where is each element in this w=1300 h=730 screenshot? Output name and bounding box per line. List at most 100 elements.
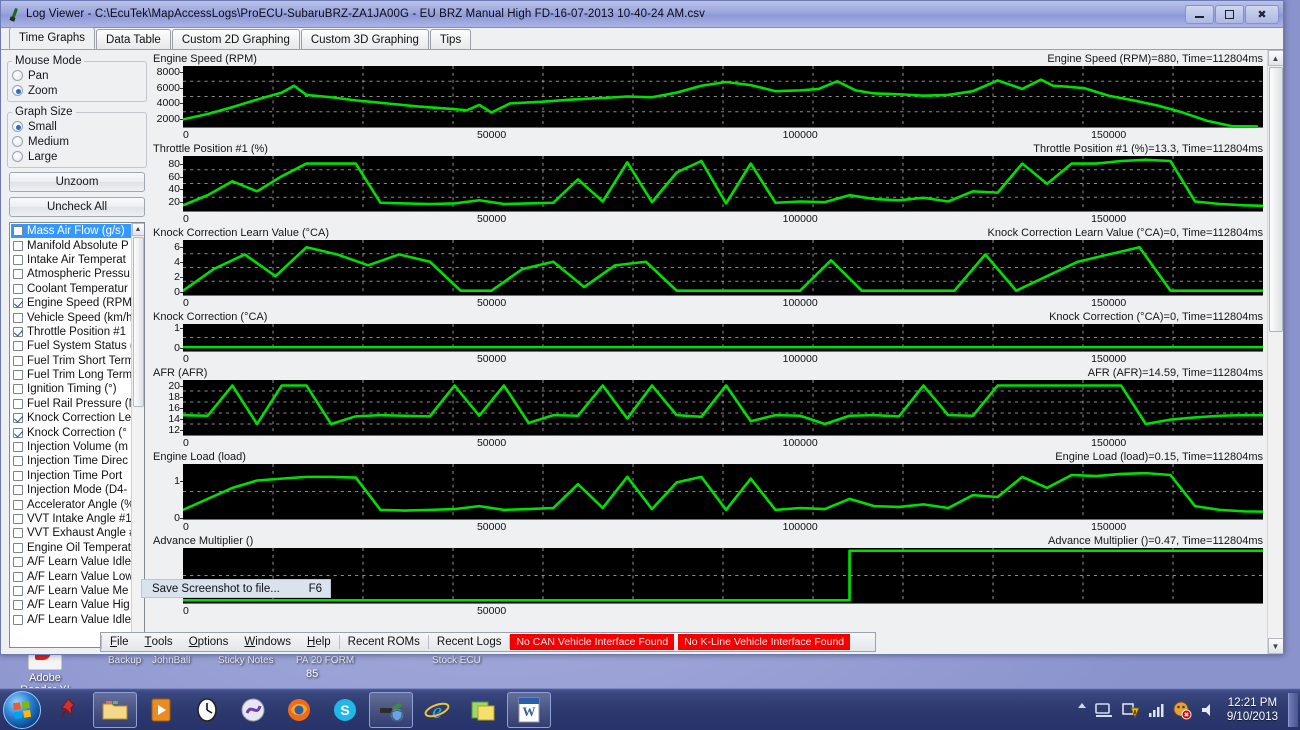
unzoom-button[interactable]: Unzoom <box>9 172 145 192</box>
graph-5[interactable]: Engine Load (load)Engine Load (load)=0.1… <box>153 450 1263 534</box>
graph-scroll-thumb[interactable] <box>1269 67 1283 332</box>
graph-6[interactable]: Advance Multiplier ()Advance Multiplier … <box>153 534 1263 618</box>
menu-file[interactable]: File <box>102 633 137 651</box>
action-center-icon[interactable] <box>1120 700 1140 720</box>
taskbar-item-sticky-notes[interactable] <box>461 692 505 728</box>
channel-checkbox[interactable] <box>13 370 23 380</box>
tab-custom-2d-graphing[interactable]: Custom 2D Graphing <box>172 29 300 49</box>
menu-recent-logs[interactable]: Recent Logs <box>429 633 510 651</box>
scroll-up-icon[interactable]: ▲ <box>132 223 145 236</box>
channel-scroll-track[interactable] <box>132 408 145 634</box>
maximize-button[interactable] <box>1215 5 1244 24</box>
channel-checkbox[interactable] <box>13 327 23 337</box>
graph-2[interactable]: Knock Correction Learn Value (°CA)Knock … <box>153 226 1263 310</box>
channel-item[interactable]: Knock Correction (° <box>11 425 131 439</box>
plot-canvas[interactable] <box>183 380 1263 436</box>
graph-scroll-down-icon[interactable]: ▼ <box>1268 638 1284 654</box>
start-button[interactable] <box>3 691 41 729</box>
channel-checkbox[interactable] <box>13 543 23 553</box>
taskbar-item-firefox[interactable] <box>277 692 321 728</box>
radio-small[interactable]: Small <box>12 119 142 134</box>
channel-checkbox[interactable] <box>13 428 23 438</box>
window-titlebar[interactable]: Log Viewer - C:\EcuTek\MapAccessLogs\Pro… <box>1 1 1283 28</box>
channel-checkbox[interactable] <box>13 226 23 236</box>
channel-checkbox[interactable] <box>13 528 23 538</box>
plot-canvas[interactable] <box>183 324 1263 352</box>
channel-checkbox[interactable] <box>13 456 23 466</box>
channel-checkbox[interactable] <box>13 557 23 567</box>
uncheck-all-button[interactable]: Uncheck All <box>9 197 145 217</box>
network-icon[interactable] <box>1094 700 1114 720</box>
graph-scroll-up-icon[interactable]: ▲ <box>1268 50 1284 66</box>
channel-checkbox[interactable] <box>13 341 23 351</box>
radio-pan[interactable]: Pan <box>12 68 142 83</box>
plot-canvas[interactable] <box>183 548 1263 604</box>
graph-scroll-track[interactable] <box>1268 333 1284 638</box>
volume-icon[interactable] <box>1198 700 1218 720</box>
channel-item[interactable]: Injection Time Direc <box>11 454 131 468</box>
channel-item[interactable]: Vehicle Speed (km/h <box>11 310 131 324</box>
taskbar-item-media-player[interactable] <box>139 692 183 728</box>
channel-checkbox[interactable] <box>13 284 23 294</box>
menu-windows[interactable]: Windows <box>236 633 299 651</box>
channel-list[interactable]: Mass Air Flow (g/s)Manifold Absolute PIn… <box>9 222 145 648</box>
antivirus-alert-icon[interactable] <box>1172 700 1192 720</box>
tab-data-table[interactable]: Data Table <box>96 29 171 49</box>
radio-zoom[interactable]: Zoom <box>12 83 142 98</box>
channel-scroll-thumb[interactable] <box>133 237 144 407</box>
channel-item[interactable]: Knock Correction Le <box>11 411 131 425</box>
channel-item[interactable]: A/F Learn Value Idle <box>11 613 131 627</box>
channel-item[interactable]: Engine Oil Temperat <box>11 541 131 555</box>
channel-item[interactable]: Ignition Timing (°) <box>11 382 131 396</box>
tab-custom-3d-graphing[interactable]: Custom 3D Graphing <box>301 29 429 49</box>
channel-checkbox[interactable] <box>13 313 23 323</box>
channel-checkbox[interactable] <box>13 384 23 394</box>
taskbar-item-windows-explorer[interactable] <box>93 692 137 728</box>
channel-item[interactable]: A/F Learn Value Hig <box>11 598 131 612</box>
plot-canvas[interactable] <box>183 240 1263 296</box>
graph-scrollbar[interactable]: ▲ ▼ <box>1267 50 1283 654</box>
graph-0[interactable]: Engine Speed (RPM)Engine Speed (RPM)=880… <box>153 52 1263 142</box>
channel-checkbox[interactable] <box>13 241 23 251</box>
channel-checkbox[interactable] <box>13 298 23 308</box>
taskbar-item-internet-explorer[interactable]: e <box>415 692 459 728</box>
menu-tools[interactable]: Tools <box>137 633 181 651</box>
minimize-button[interactable] <box>1185 5 1214 24</box>
channel-checkbox[interactable] <box>13 269 23 279</box>
channel-item[interactable]: A/F Learn Value Me <box>11 584 131 598</box>
channel-checkbox[interactable] <box>13 471 23 481</box>
tab-time-graphs[interactable]: Time Graphs <box>9 27 95 49</box>
channel-checkbox[interactable] <box>13 586 23 596</box>
channel-item[interactable]: Injection Volume (m <box>11 440 131 454</box>
channel-checkbox[interactable] <box>13 600 23 610</box>
channel-item[interactable]: Manifold Absolute P <box>11 238 131 252</box>
taskbar-item-skype[interactable]: S <box>323 692 367 728</box>
channel-item[interactable]: Accelerator Angle (% <box>11 497 131 511</box>
channel-item[interactable]: Coolant Temperatur <box>11 282 131 296</box>
close-button[interactable]: ✖ <box>1245 5 1279 24</box>
channel-checkbox[interactable] <box>13 485 23 495</box>
taskbar-clock[interactable]: 12:21 PM 9/10/2013 <box>1221 696 1288 724</box>
menu-recent-roms[interactable]: Recent ROMs <box>340 633 428 651</box>
radio-large[interactable]: Large <box>12 149 142 164</box>
taskbar-item-ecutek[interactable] <box>369 692 413 728</box>
channel-item[interactable]: Engine Speed (RPM) <box>11 296 131 310</box>
show-hidden-icons-icon[interactable] <box>1076 700 1088 720</box>
taskbar-item-pin[interactable] <box>47 692 91 728</box>
channel-checkbox[interactable] <box>13 356 23 366</box>
menu-help[interactable]: Help <box>299 633 339 651</box>
channel-item[interactable]: Injection Mode (D4- <box>11 483 131 497</box>
channel-item[interactable]: Fuel Trim Short Term <box>11 354 131 368</box>
channel-checkbox[interactable] <box>13 572 23 582</box>
channel-item[interactable]: Fuel System Status ( <box>11 339 131 353</box>
graph-1[interactable]: Throttle Position #1 (%)Throttle Positio… <box>153 142 1263 226</box>
signal-strength-icon[interactable] <box>1146 700 1166 720</box>
menu-options[interactable]: Options <box>181 633 237 651</box>
tab-tips[interactable]: Tips <box>430 29 471 49</box>
channel-checkbox[interactable] <box>13 615 23 625</box>
channel-item[interactable]: VVT Exhaust Angle # <box>11 526 131 540</box>
taskbar-item-messenger[interactable] <box>231 692 275 728</box>
show-desktop-button[interactable] <box>1288 693 1298 727</box>
channel-item[interactable]: Injection Time Port <box>11 469 131 483</box>
channel-item[interactable]: Intake Air Temperat <box>11 253 131 267</box>
